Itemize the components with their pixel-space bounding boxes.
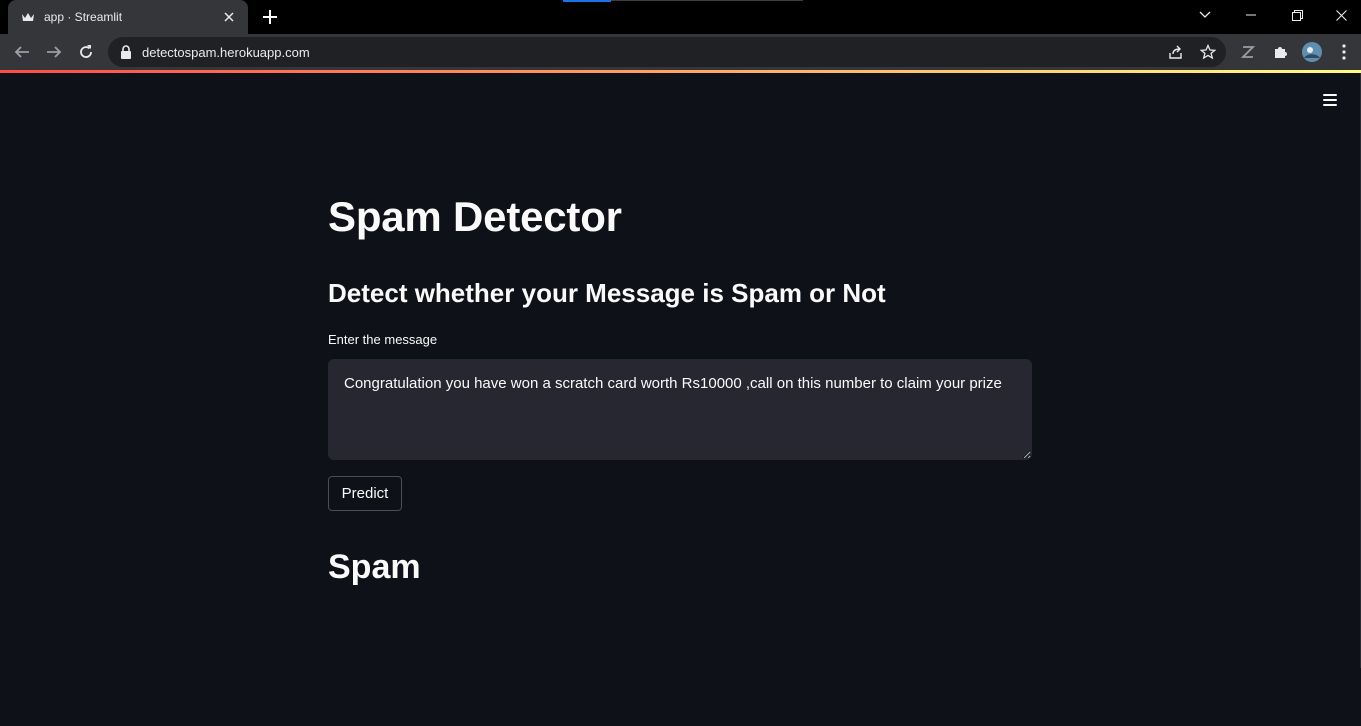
page-title: Spam Detector: [328, 193, 622, 240]
url-text[interactable]: detectospam.herokuapp.com: [142, 45, 310, 60]
main-menu-hamburger-icon[interactable]: [1318, 90, 1342, 110]
reload-icon[interactable]: [74, 40, 98, 64]
address-bar[interactable]: detectospam.herokuapp.com: [108, 37, 1226, 67]
forward-arrow-icon[interactable]: [42, 40, 66, 64]
minimize-window-icon[interactable]: [1228, 0, 1274, 30]
back-arrow-icon[interactable]: [10, 40, 34, 64]
share-icon[interactable]: [1167, 43, 1185, 61]
browser-toolbar: detectospam.herokuapp.com: [0, 34, 1361, 70]
message-input-label: Enter the message: [328, 332, 438, 347]
prediction-result: Spam: [328, 548, 421, 586]
message-textarea[interactable]: Congratulation you have won a scratch ca…: [328, 359, 1032, 460]
tab-strip-accent: [563, 0, 611, 2]
tab-search-chevron-icon[interactable]: [1182, 0, 1228, 30]
browser-titlebar: app · Streamlit: [0, 0, 1361, 34]
streamlit-header-decoration: [0, 70, 1361, 73]
zotero-extension-icon[interactable]: [1238, 42, 1258, 62]
close-tab-icon[interactable]: [220, 8, 238, 26]
tab-title: app · Streamlit: [44, 10, 123, 24]
restore-window-icon[interactable]: [1274, 0, 1320, 30]
profile-avatar-icon[interactable]: [1302, 42, 1322, 62]
close-window-icon[interactable]: [1318, 0, 1361, 30]
tab-strip-divider: [611, 0, 803, 1]
new-tab-button[interactable]: [258, 5, 282, 29]
predict-button[interactable]: Predict: [328, 476, 402, 511]
extensions-puzzle-icon[interactable]: [1270, 42, 1290, 62]
browser-menu-kebab-icon[interactable]: [1334, 42, 1354, 62]
bookmark-star-icon[interactable]: [1199, 43, 1217, 61]
lock-icon[interactable]: [120, 45, 132, 59]
browser-tab[interactable]: app · Streamlit: [8, 0, 248, 34]
page-subtitle: Detect whether your Message is Spam or N…: [328, 278, 886, 308]
streamlit-crown-icon: [20, 9, 36, 25]
